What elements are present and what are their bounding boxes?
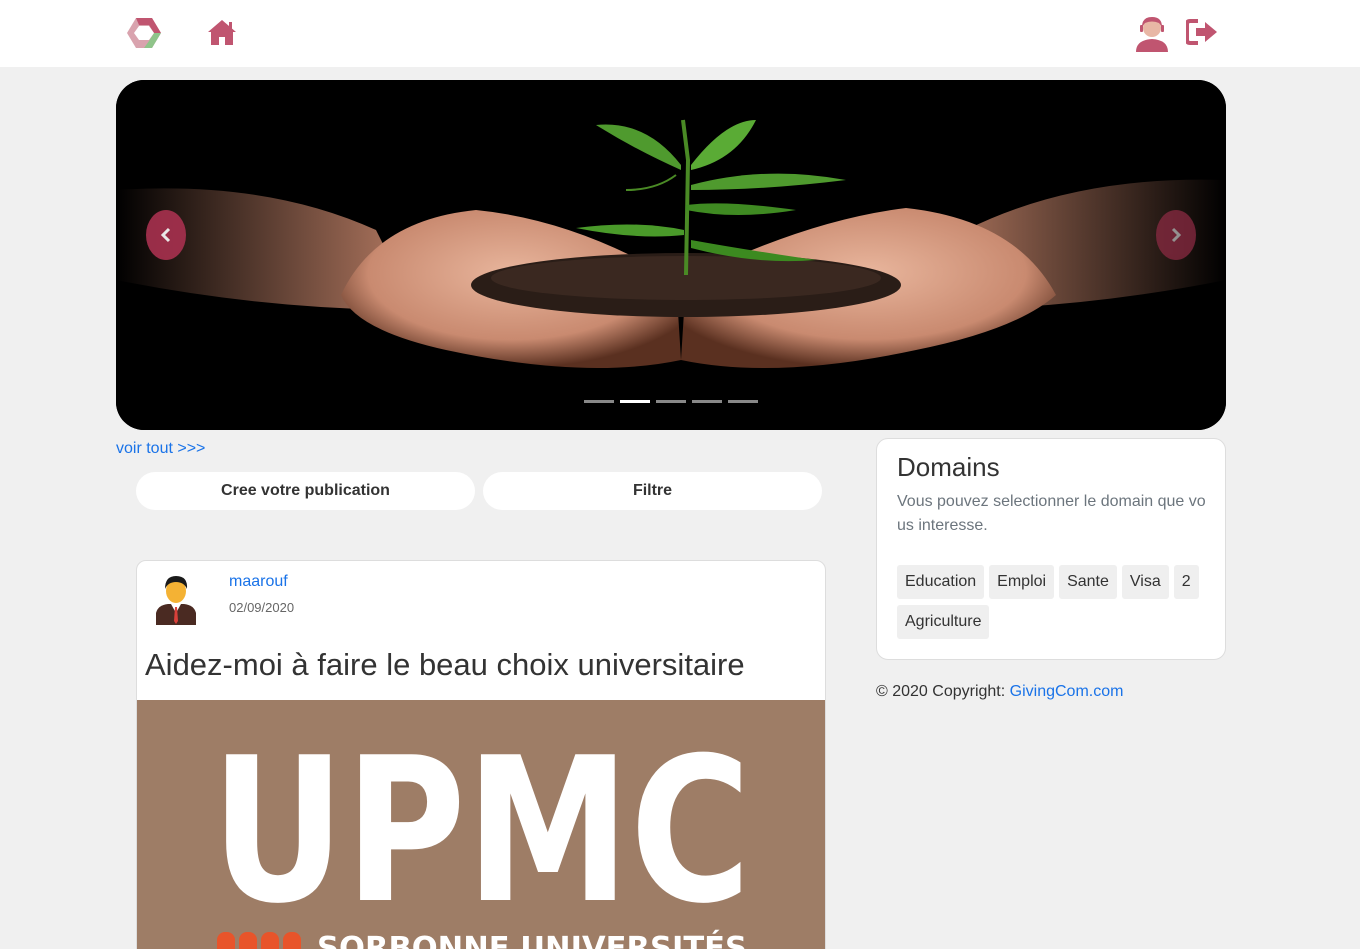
domain-tag-education[interactable]: Education bbox=[897, 565, 985, 599]
carousel-indicator[interactable] bbox=[584, 400, 614, 403]
domain-tag-visa[interactable]: Visa bbox=[1121, 565, 1169, 599]
post-title: Aidez-moi à faire le beau choix universi… bbox=[145, 647, 745, 682]
carousel-next-button[interactable] bbox=[1156, 210, 1196, 260]
post-date: 02/09/2020 bbox=[229, 600, 295, 615]
post-image-main-text: UPMC bbox=[211, 715, 751, 948]
chevron-left-icon bbox=[160, 227, 171, 243]
domain-tag-2[interactable]: 2 bbox=[1173, 565, 1199, 599]
carousel-indicator[interactable] bbox=[728, 400, 758, 403]
plant-in-hands-image bbox=[116, 80, 1226, 430]
carousel-indicator[interactable] bbox=[656, 400, 686, 403]
post-image[interactable]: UPMC SORBONNE UNIVERSITÉS bbox=[137, 700, 825, 949]
chevron-right-icon bbox=[1171, 227, 1182, 243]
top-navbar bbox=[0, 0, 1360, 67]
hexagon-logo-icon[interactable] bbox=[126, 16, 162, 50]
upmc-logo-image: UPMC SORBONNE UNIVERSITÉS bbox=[211, 715, 751, 949]
author-avatar bbox=[156, 576, 196, 625]
domain-tag-sante[interactable]: Sante bbox=[1059, 565, 1117, 599]
filter-button[interactable]: Filtre bbox=[483, 472, 822, 510]
copyright-prefix: © 2020 Copyright: bbox=[876, 683, 1010, 700]
post-image-sub-text: SORBONNE UNIVERSITÉS bbox=[317, 930, 747, 949]
carousel-indicators bbox=[584, 400, 758, 403]
post-card: maarouf 02/09/2020 Aidez-moi à faire le … bbox=[136, 560, 826, 949]
post-author-link[interactable]: maarouf bbox=[229, 573, 288, 591]
domain-tag-agriculture[interactable]: Agriculture bbox=[897, 605, 990, 639]
domain-tag-emploi[interactable]: Emploi bbox=[989, 565, 1055, 599]
carousel-prev-button[interactable] bbox=[146, 210, 186, 260]
home-icon[interactable] bbox=[207, 19, 237, 46]
carousel-indicator[interactable] bbox=[692, 400, 722, 403]
domains-title: Domains bbox=[897, 452, 1000, 482]
copyright-link[interactable]: GivingCom.com bbox=[1010, 683, 1124, 700]
user-avatar-icon[interactable] bbox=[1134, 14, 1170, 52]
footer-copyright: © 2020 Copyright: GivingCom.com bbox=[876, 683, 1123, 701]
domain-tags: Education Emploi Sante Visa 2 Agricultur… bbox=[897, 565, 1217, 639]
voir-tout-link[interactable]: voir tout >>> bbox=[116, 440, 205, 458]
image-carousel bbox=[116, 80, 1226, 430]
logout-icon[interactable] bbox=[1186, 18, 1218, 46]
domains-description: Vous pouvez selectionner le domain que v… bbox=[897, 493, 1206, 534]
create-publication-button[interactable]: Cree votre publication bbox=[136, 472, 475, 510]
carousel-indicator-active[interactable] bbox=[620, 400, 650, 403]
domains-panel: Domains Vous pouvez selectionner le doma… bbox=[876, 438, 1226, 660]
